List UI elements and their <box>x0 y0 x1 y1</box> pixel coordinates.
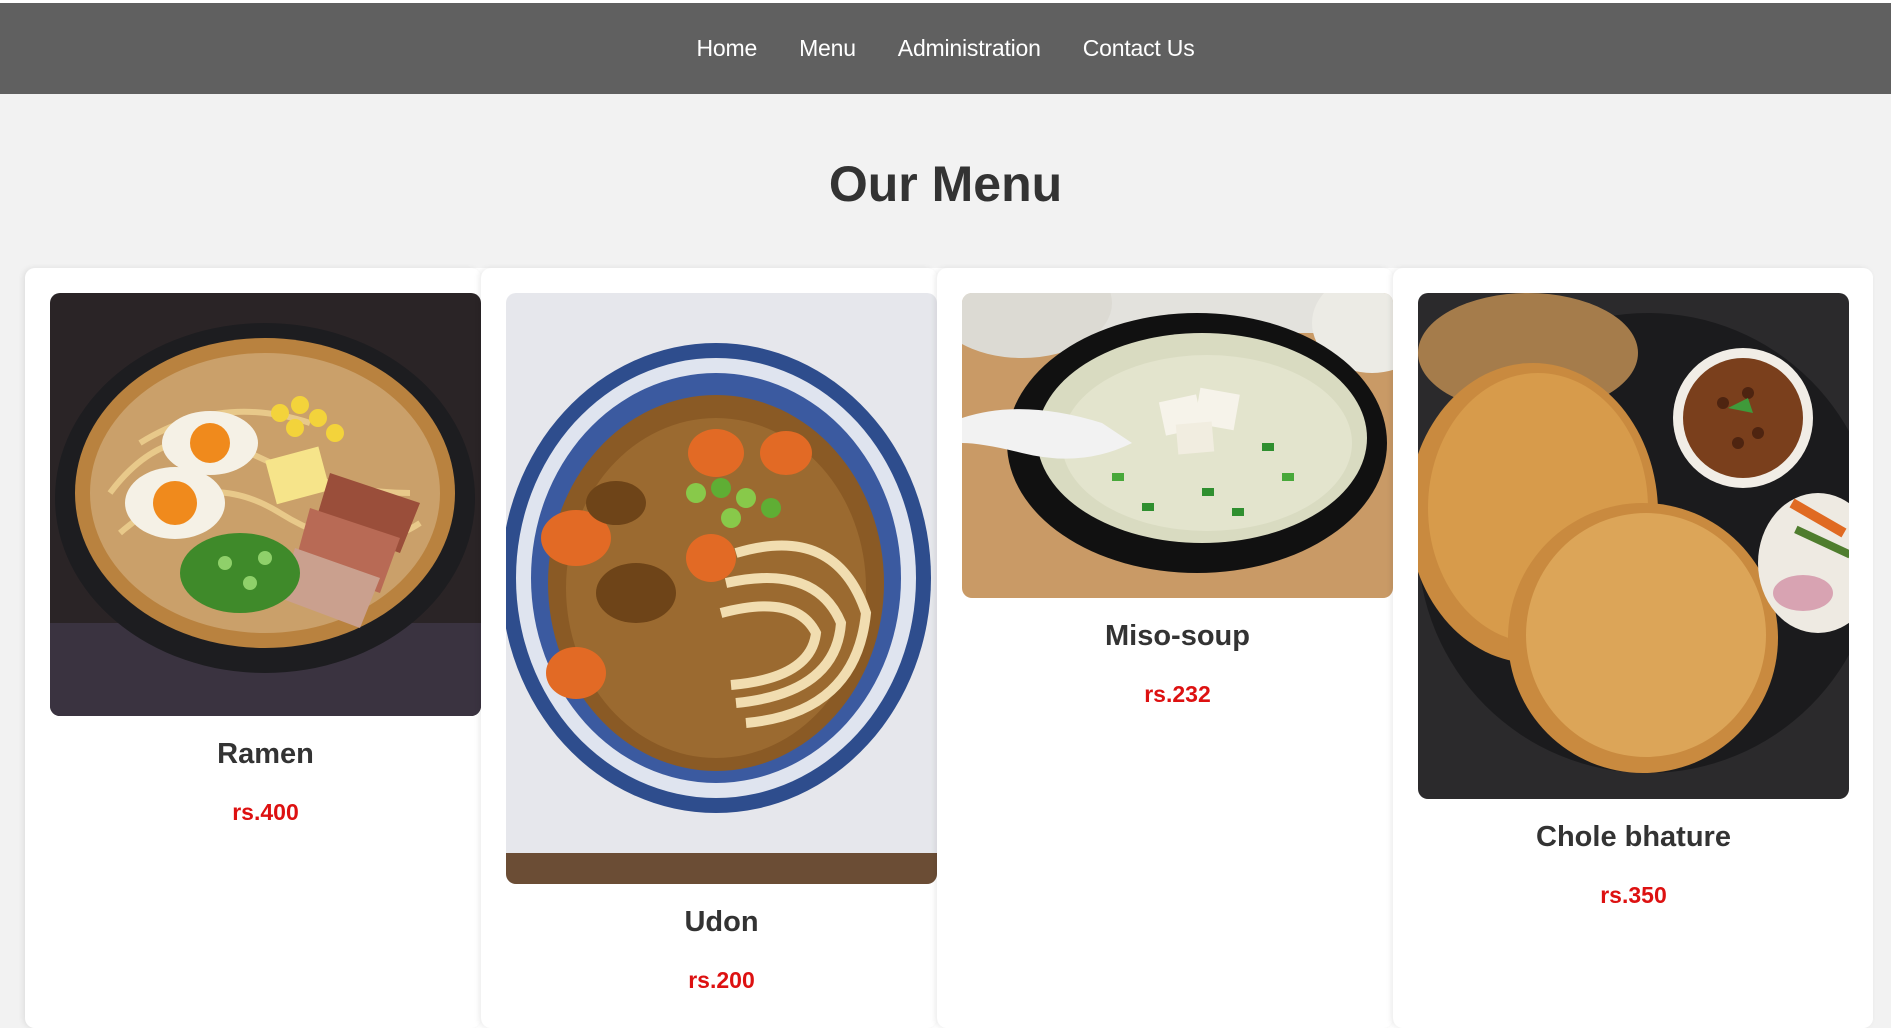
udon-photo <box>506 293 937 884</box>
menu-item-name: Chole bhature <box>1536 821 1731 853</box>
menu-item-price: rs.232 <box>1144 681 1211 707</box>
ramen-photo <box>50 293 481 716</box>
menu-item-price: rs.350 <box>1600 882 1667 908</box>
nav-administration-link[interactable]: Administration <box>898 35 1041 62</box>
menu-card-chole-bhature[interactable]: Chole bhature rs.350 <box>1393 268 1873 1028</box>
nav-menu-link[interactable]: Menu <box>799 35 856 62</box>
menu-item-name: Udon <box>684 906 759 938</box>
menu-item-price: rs.400 <box>232 799 299 825</box>
menu-item-name: Ramen <box>217 738 314 770</box>
menu-card-udon[interactable]: Udon rs.200 <box>481 268 937 1028</box>
miso-soup-photo <box>962 293 1393 598</box>
page-title: Our Menu <box>828 156 1063 212</box>
chole-bhature-photo <box>1418 293 1849 799</box>
nav-contact-us-link[interactable]: Contact Us <box>1083 35 1195 62</box>
menu-item-name: Miso-soup <box>1105 620 1250 652</box>
nav-home-link[interactable]: Home <box>697 35 758 62</box>
main-navbar: Home Menu Administration Contact Us <box>0 3 1891 94</box>
menu-card-ramen[interactable]: Ramen rs.400 <box>25 268 481 1028</box>
menu-item-price: rs.200 <box>688 967 755 993</box>
menu-card-miso-soup[interactable]: Miso-soup rs.232 <box>937 268 1393 1028</box>
